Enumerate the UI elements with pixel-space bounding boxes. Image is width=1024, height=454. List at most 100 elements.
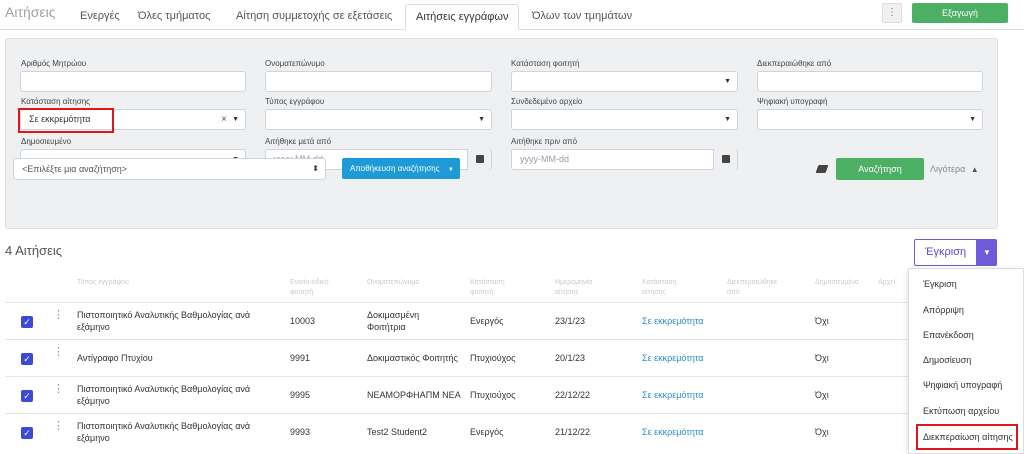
row-checkbox[interactable]: ✓ (21, 427, 33, 439)
menu-item-print-file[interactable]: Εκτύπωση αρχείου (909, 398, 1024, 424)
calendar-button[interactable] (713, 149, 737, 170)
row-checkbox[interactable]: ✓ (21, 316, 33, 328)
published-cell: Όχι (815, 353, 829, 363)
request-status-label: Κατάσταση αίτησης (21, 97, 91, 106)
status-link[interactable]: Σε εκκρεμότητα (642, 389, 703, 401)
chevron-down-icon: ▼ (724, 116, 731, 123)
column-header: Ονοματεπώνυμο (367, 279, 420, 286)
tab-all-departments[interactable]: Όλων των τμημάτων (522, 4, 642, 30)
tab-document-requests[interactable]: Αιτήσεις εγγράφων (405, 4, 520, 30)
student-status-label: Κατάσταση φοιτητή (511, 59, 580, 68)
chevron-up-icon: ▲ (970, 165, 979, 174)
student-id-input[interactable] (20, 71, 246, 92)
row-menu-icon[interactable]: ⋮ (53, 384, 64, 395)
date-cell: 20/1/23 (555, 353, 586, 363)
date-cell: 22/12/22 (555, 390, 591, 400)
full-name-label: Ονοματεπώνυμο (265, 59, 325, 68)
doc-type-select[interactable]: ▼ (265, 109, 492, 130)
tab-all-department[interactable]: Όλες τμήματος (128, 4, 220, 30)
search-button[interactable]: Αναζήτηση (836, 158, 924, 180)
more-options-button[interactable]: ⋮ (882, 3, 902, 23)
clear-icon[interactable]: × (221, 110, 227, 129)
column-header: Διεκπεραιώθηκε από (727, 279, 778, 296)
eraser-icon[interactable] (815, 165, 829, 173)
column-header: Κατάσταση φοιτητή (470, 279, 505, 296)
requested-before-input[interactable]: yyyy-MM-dd (511, 149, 738, 170)
doc-type-cell: Πιστοποιητικό Αναλυτικής Βαθμολογίας ανά… (77, 310, 251, 332)
menu-item-reissue[interactable]: Επανέκδοση (909, 322, 1024, 348)
column-header: Κατάσταση αίτησης (642, 279, 677, 296)
row-menu-icon[interactable]: ⋮ (53, 347, 64, 358)
student-id-label: Αριθμός Μητρώου (21, 59, 87, 68)
processed-by-input[interactable] (757, 71, 983, 92)
chevron-down-icon[interactable]: ▼ (977, 239, 997, 266)
menu-item-digital-signature[interactable]: Ψηφιακή υπογραφή (909, 372, 1024, 398)
full-name-input[interactable] (265, 71, 492, 92)
chevron-down-icon: ▼ (478, 116, 485, 123)
linked-file-select[interactable]: ▼ (511, 109, 738, 130)
column-header: Αρχεί (878, 279, 896, 286)
column-header: Ημερομηνία αίτησης (555, 279, 593, 296)
calendar-button[interactable] (467, 149, 491, 170)
chevron-down-icon: ▼ (232, 116, 239, 123)
student-status-cell: Πτυχιούχος (470, 353, 516, 363)
menu-item-reject[interactable]: Απόρριψη (909, 297, 1024, 323)
linked-file-label: Συνδεδεμένο αρχείο (511, 97, 583, 106)
chevron-down-icon: ▼ (447, 167, 454, 173)
published-cell: Όχι (815, 316, 829, 326)
id-cell: 9991 (290, 353, 311, 363)
published-cell: Όχι (815, 390, 829, 400)
doc-type-cell: Πιστοποιητικό Αναλυτικής Βαθμολογίας ανά… (77, 384, 251, 406)
tab-exam-participation[interactable]: Αίτηση συμμετοχής σε εξετάσεις (226, 4, 402, 30)
student-status-cell: Ενεργός (470, 427, 504, 437)
sort-icon: ⬍ (312, 164, 319, 173)
id-cell: 10003 (290, 316, 316, 326)
processed-by-label: Διεκπεραιώθηκε από (757, 59, 832, 68)
date-cell: 23/1/23 (555, 316, 586, 326)
menu-item-publish[interactable]: Δημοσίευση (909, 347, 1024, 373)
published-label: Δημοσιευμένο (21, 137, 72, 146)
date-cell: 21/12/22 (555, 427, 591, 437)
results-count: 4 Αιτήσεις (5, 243, 63, 258)
name-cell: Δοκιμασμένη Φοιτήτρια (367, 310, 420, 332)
name-cell: Test2 Student2 (367, 427, 428, 437)
column-header: Τύπος εγγράφου (77, 279, 129, 286)
chevron-down-icon: ▼ (724, 78, 731, 85)
saved-search-select[interactable]: <Επιλέξτε μια αναζήτηση> ⬍ (13, 158, 326, 180)
filter-panel: Αριθμός Μητρώου Ονοματεπώνυμο Κατάσταση … (5, 38, 998, 229)
status-link[interactable]: Σε εκκρεμότητα (642, 426, 703, 438)
save-search-button[interactable]: Αποθήκευση αναζήτησης ▼ (342, 158, 460, 179)
menu-item-approve[interactable]: Έγκριση (909, 271, 1024, 297)
save-search-label: Αποθήκευση αναζήτησης (350, 164, 440, 173)
page-title: Αιτήσεις (5, 4, 56, 20)
tab-active[interactable]: Ενεργές (70, 4, 130, 30)
student-status-select[interactable]: ▼ (511, 71, 738, 92)
export-button[interactable]: Εξαγωγή (912, 3, 1008, 23)
process-request-highlight (916, 424, 1018, 450)
status-link[interactable]: Σε εκκρεμότητα (642, 315, 703, 327)
doc-type-cell: Αντίγραφο Πτυχίου (77, 353, 153, 363)
requested-before-label: Αιτήθηκε πριν από (511, 137, 578, 146)
student-status-cell: Ενεργός (470, 316, 504, 326)
chevron-down-icon: ▼ (969, 116, 976, 123)
digital-signature-select[interactable]: ▼ (757, 109, 983, 130)
table-row[interactable]: ✓ ⋮ Πιστοποιητικό Αναλυτικής Βαθμολογίας… (5, 413, 1024, 450)
student-status-cell: Πτυχιούχος (470, 390, 516, 400)
approve-button[interactable]: Έγκριση (914, 239, 977, 266)
row-checkbox[interactable]: ✓ (21, 353, 33, 365)
row-menu-icon[interactable]: ⋮ (53, 421, 64, 432)
show-less-link[interactable]: Λιγότερα ▲ (930, 159, 979, 180)
tab-bar: Αιτήσεις Ενεργές Όλες τμήματος Αίτηση συ… (0, 0, 1024, 30)
id-cell: 9993 (290, 427, 311, 437)
table-row[interactable]: ✓ ⋮ Πιστοποιητικό Αναλυτικής Βαθμολογίας… (5, 376, 1024, 413)
published-cell: Όχι (815, 427, 829, 437)
status-link[interactable]: Σε εκκρεμότητα (642, 352, 703, 364)
request-status-highlight (18, 108, 114, 133)
table-row[interactable]: ✓ ⋮ Αντίγραφο Πτυχίου 9991 Δοκιμαστικός … (5, 339, 1024, 376)
row-checkbox[interactable]: ✓ (21, 390, 33, 402)
id-cell: 9995 (290, 390, 311, 400)
requested-before-placeholder: yyyy-MM-dd (520, 154, 569, 164)
row-menu-icon[interactable]: ⋮ (53, 310, 64, 321)
table-row[interactable]: ✓ ⋮ Πιστοποιητικό Αναλυτικής Βαθμολογίας… (5, 302, 1024, 339)
show-less-label: Λιγότερα (930, 164, 966, 174)
